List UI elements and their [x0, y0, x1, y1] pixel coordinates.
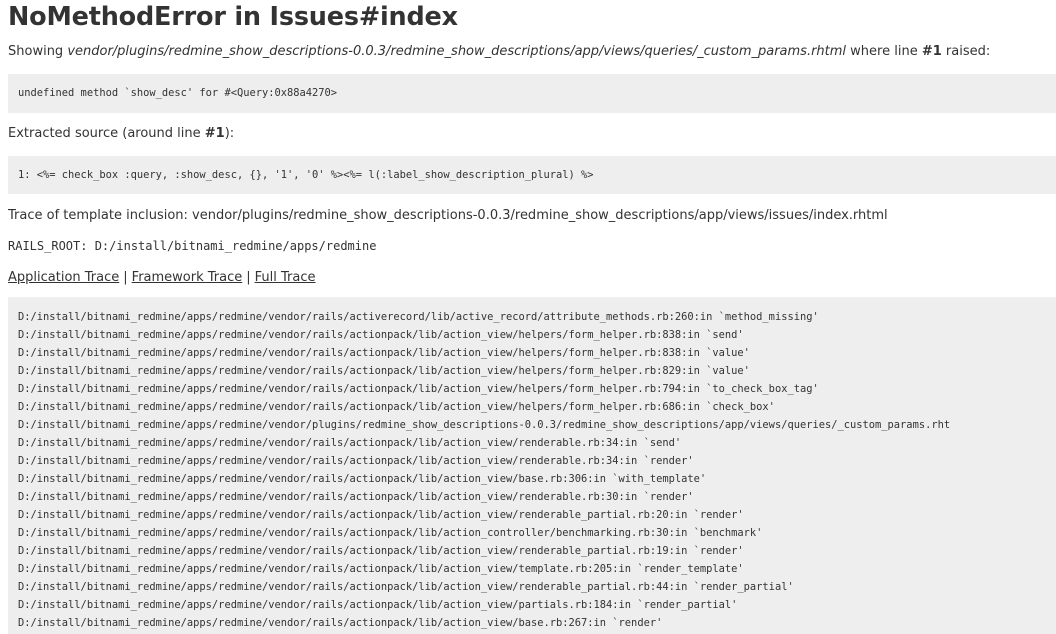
trace-link-separator: | — [246, 270, 251, 285]
application-trace-link[interactable]: Application Trace — [8, 270, 119, 285]
trace-line: D:/install/bitnami_redmine/apps/redmine/… — [18, 581, 794, 593]
trace-line: D:/install/bitnami_redmine/apps/redmine/… — [18, 383, 819, 395]
template-error-line: Showing vendor/plugins/redmine_show_desc… — [8, 44, 990, 59]
trace-line: D:/install/bitnami_redmine/apps/redmine/… — [18, 365, 750, 377]
trace-line: D:/install/bitnami_redmine/apps/redmine/… — [18, 617, 663, 629]
trace-line: D:/install/bitnami_redmine/apps/redmine/… — [18, 527, 763, 539]
showing-middle: where line — [846, 44, 922, 59]
trace-line: D:/install/bitnami_redmine/apps/redmine/… — [18, 545, 744, 557]
trace-link-separator: | — [123, 270, 128, 285]
trace-of-template-inclusion: Trace of template inclusion: vendor/plug… — [8, 208, 888, 223]
template-path: vendor/plugins/redmine_show_descriptions… — [67, 44, 847, 59]
page-title: NoMethodError in Issues#index — [8, 2, 458, 32]
trace-line: D:/install/bitnami_redmine/apps/redmine/… — [18, 509, 744, 521]
showing-prefix: Showing — [8, 44, 68, 59]
trace-line: D:/install/bitnami_redmine/apps/redmine/… — [18, 455, 694, 467]
trace-line: D:/install/bitnami_redmine/apps/redmine/… — [18, 599, 738, 611]
trace-line: D:/install/bitnami_redmine/apps/redmine/… — [18, 401, 775, 413]
trace-links: Application Trace | Framework Trace | Full T… — [8, 270, 316, 285]
extracted-suffix: ): — [224, 126, 235, 141]
extracted-source-code: 1: <%= check_box :query, :show_desc, {},… — [18, 169, 594, 181]
extracted-source-block: 1: <%= check_box :query, :show_desc, {},… — [8, 156, 1056, 194]
trace-line: D:/install/bitnami_redmine/apps/redmine/… — [18, 437, 682, 449]
framework-trace-link[interactable]: Framework Trace — [132, 270, 243, 285]
trace-line: D:/install/bitnami_redmine/apps/redmine/… — [18, 473, 707, 485]
error-message: undefined method `show_desc' for #<Query… — [18, 87, 338, 99]
trace-line: D:/install/bitnami_redmine/apps/redmine/… — [18, 419, 951, 431]
extracted-prefix: Extracted source (around line — [8, 126, 205, 141]
error-line-number: #1 — [921, 44, 942, 59]
trace-line: D:/install/bitnami_redmine/apps/redmine/… — [18, 491, 694, 503]
trace-line: D:/install/bitnami_redmine/apps/redmine/… — [18, 311, 819, 323]
trace-line: D:/install/bitnami_redmine/apps/redmine/… — [18, 329, 744, 341]
extracted-source-label: Extracted source (around line #1): — [8, 126, 234, 141]
trace-line: D:/install/bitnami_redmine/apps/redmine/… — [18, 347, 750, 359]
error-message-block: undefined method `show_desc' for #<Query… — [8, 74, 1056, 113]
backtrace-block: D:/install/bitnami_redmine/apps/redmine/… — [8, 297, 1056, 634]
trace-line: D:/install/bitnami_redmine/apps/redmine/… — [18, 563, 744, 575]
rails-root: RAILS_ROOT: D:/install/bitnami_redmine/a… — [8, 239, 377, 253]
full-trace-link[interactable]: Full Trace — [255, 270, 316, 285]
extracted-line-number: #1 — [204, 126, 225, 141]
showing-suffix: raised: — [941, 44, 991, 59]
